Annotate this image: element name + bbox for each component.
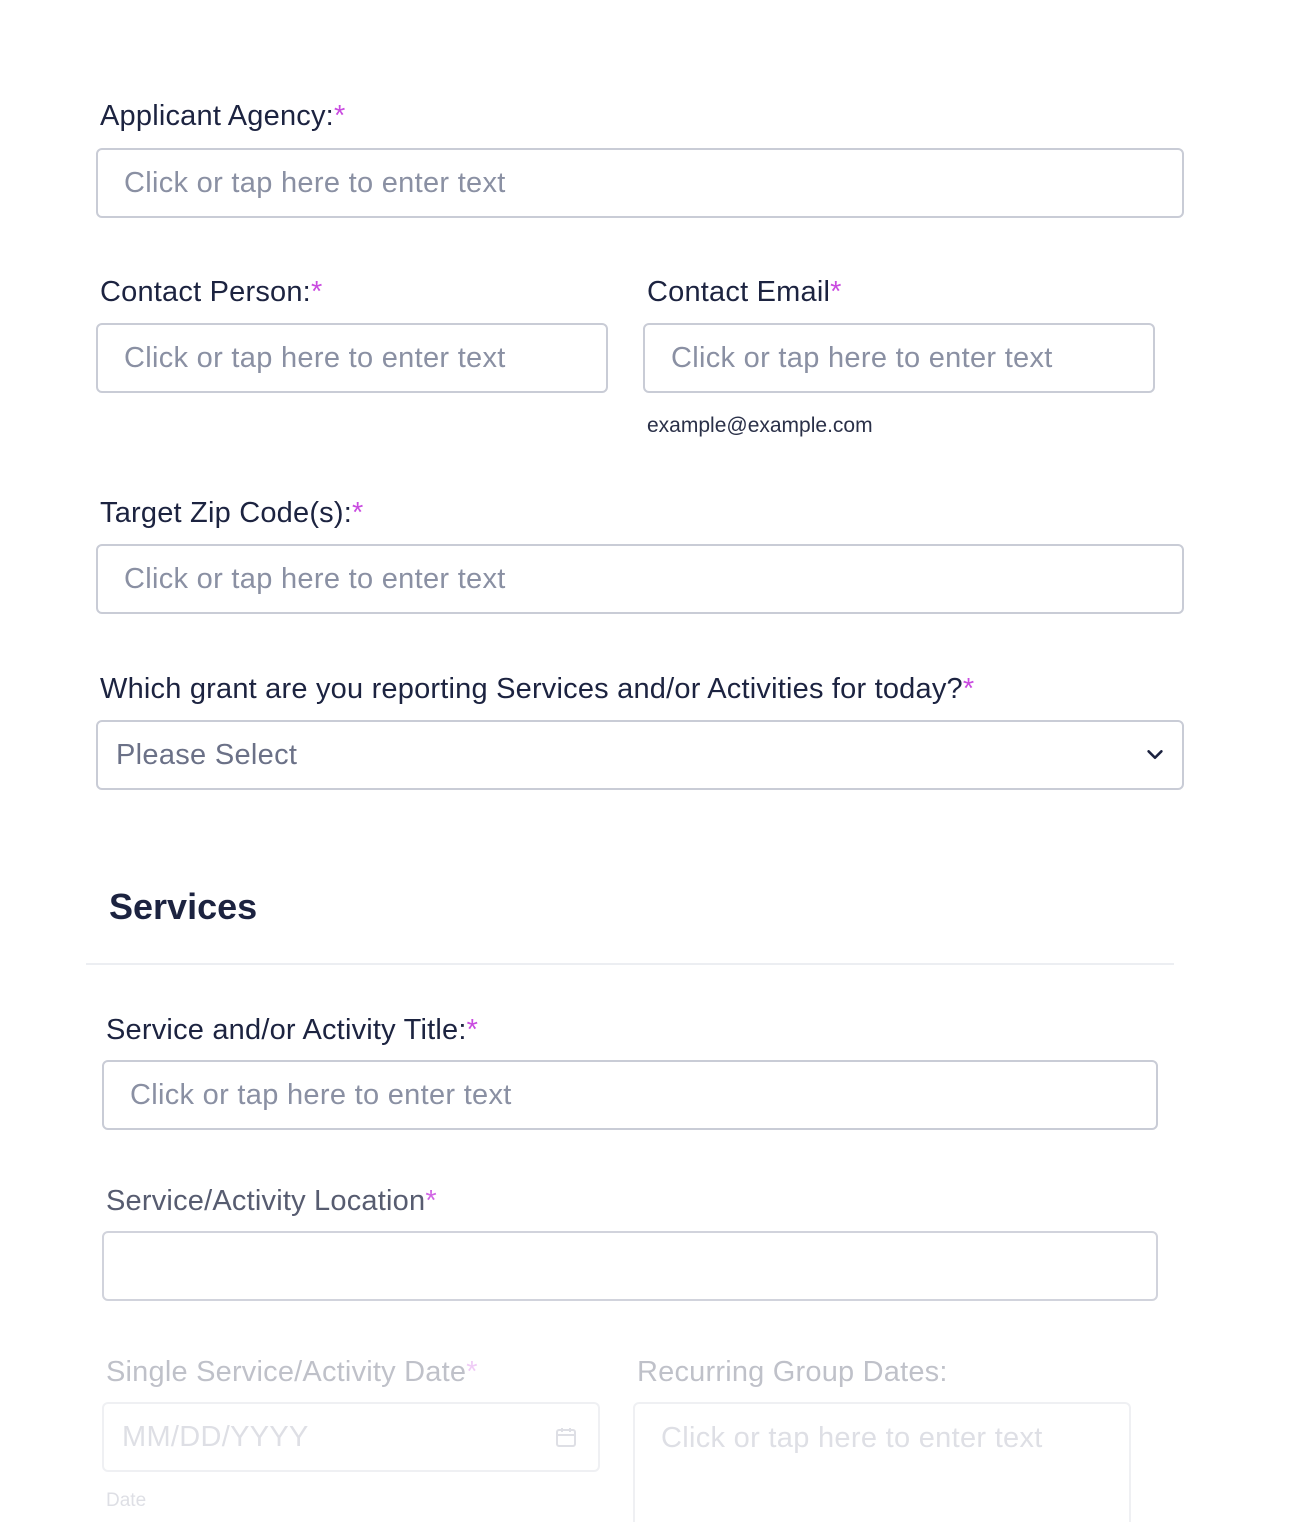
activity-title-label: Service and/or Activity Title:*: [106, 1014, 478, 1047]
grant-select-label-text: Which grant are you reporting Services a…: [100, 673, 963, 705]
applicant-agency-label: Applicant Agency:*: [100, 100, 345, 133]
required-marker: *: [466, 1356, 478, 1388]
contact-email-hint: example@example.com: [647, 414, 873, 437]
applicant-agency-input[interactable]: [124, 150, 1182, 216]
contact-person-field[interactable]: [96, 323, 608, 393]
single-date-field[interactable]: [102, 1402, 600, 1472]
single-date-hint: Date: [106, 1490, 147, 1511]
required-marker: *: [830, 276, 842, 308]
contact-person-label: Contact Person:*: [100, 276, 322, 309]
contact-person-label-text: Contact Person:: [100, 276, 311, 308]
services-section-title: Services: [109, 886, 258, 927]
target-zip-input[interactable]: [124, 546, 1182, 612]
target-zip-field[interactable]: [96, 544, 1184, 614]
required-marker: *: [425, 1185, 437, 1217]
chevron-down-icon: [1147, 750, 1163, 760]
grant-report-form: Applicant Agency:* Contact Person:* Cont…: [0, 0, 1302, 1522]
applicant-agency-label-text: Applicant Agency:: [100, 100, 334, 132]
activity-title-field[interactable]: [102, 1060, 1158, 1130]
single-date-label: Single Service/Activity Date*: [106, 1356, 478, 1389]
contact-email-field[interactable]: [643, 323, 1155, 393]
recurring-dates-input[interactable]: [661, 1422, 1129, 1455]
section-divider: [86, 963, 1174, 965]
contact-person-input[interactable]: [124, 325, 606, 391]
contact-email-label-text: Contact Email: [647, 276, 831, 308]
activity-title-label-text: Service and/or Activity Title:: [106, 1014, 467, 1046]
required-marker: *: [333, 100, 346, 132]
recurring-dates-field[interactable]: [633, 1402, 1131, 1522]
required-marker: *: [310, 276, 323, 308]
contact-email-label: Contact Email*: [647, 276, 842, 309]
location-input[interactable]: [130, 1233, 1156, 1299]
location-label-text: Service/Activity Location: [106, 1185, 426, 1217]
applicant-agency-field[interactable]: [96, 148, 1184, 218]
calendar-icon[interactable]: [554, 1425, 578, 1449]
required-marker: *: [352, 497, 364, 529]
grant-select-dropdown[interactable]: Please Select: [96, 720, 1184, 790]
activity-title-input[interactable]: [130, 1062, 1156, 1128]
required-marker: *: [466, 1014, 479, 1046]
single-date-input[interactable]: [122, 1404, 598, 1470]
single-date-label-text: Single Service/Activity Date: [106, 1356, 467, 1388]
location-field[interactable]: [102, 1231, 1158, 1301]
grant-select-value: Please Select: [116, 738, 298, 771]
target-zip-label: Target Zip Code(s):*: [100, 497, 364, 530]
recurring-dates-label: Recurring Group Dates:: [637, 1356, 948, 1388]
contact-email-input[interactable]: [671, 325, 1153, 391]
target-zip-label-text: Target Zip Code(s):: [100, 497, 352, 529]
grant-select-label: Which grant are you reporting Services a…: [100, 673, 974, 706]
required-marker: *: [962, 673, 975, 705]
location-label: Service/Activity Location*: [106, 1185, 437, 1218]
